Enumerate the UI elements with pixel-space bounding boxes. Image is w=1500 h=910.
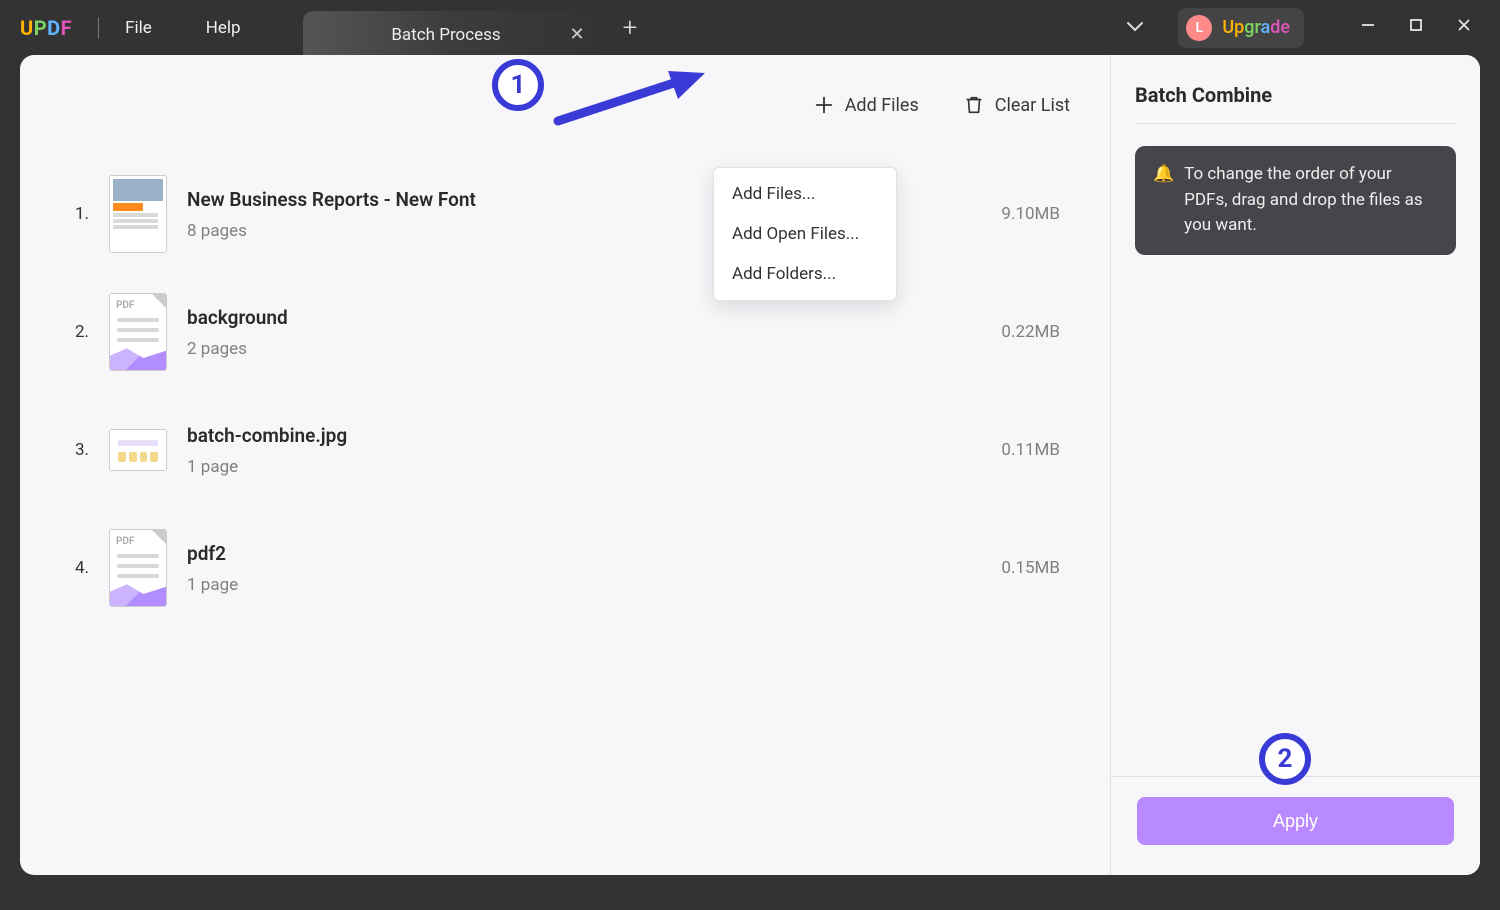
minimize-button[interactable]: [1344, 17, 1392, 38]
add-files-button[interactable]: Add Files: [813, 94, 919, 116]
menu-file[interactable]: File: [125, 18, 152, 38]
annotation-step-1: 1: [492, 59, 544, 111]
file-size: 0.22MB: [960, 322, 1080, 342]
file-row[interactable]: 2. PDF background 2 pages 0.22MB: [75, 273, 1080, 391]
trash-icon: [963, 94, 985, 116]
add-files-dropdown: Add Files... Add Open Files... Add Folde…: [713, 167, 897, 301]
divider: [98, 17, 99, 39]
file-pages: 2 pages: [187, 339, 960, 359]
maximize-button[interactable]: [1392, 17, 1440, 38]
dropdown-add-folders[interactable]: Add Folders...: [714, 254, 896, 294]
bell-icon: 🔔: [1153, 162, 1174, 239]
file-name: pdf2: [187, 542, 960, 565]
file-row[interactable]: 3. batch-combine.jpg 1 page 0.11MB: [75, 391, 1080, 509]
file-panel: Add Files Clear List 1. New Business Rep…: [20, 55, 1110, 875]
file-pages: 1 page: [187, 575, 960, 595]
workspace: Add Files Clear List 1. New Business Rep…: [20, 55, 1480, 875]
upgrade-label: Upgrade: [1222, 17, 1290, 38]
close-window-button[interactable]: [1440, 17, 1488, 38]
file-thumbnail: PDF: [109, 529, 167, 607]
file-thumbnail: [109, 175, 167, 253]
close-icon[interactable]: ✕: [565, 20, 588, 49]
file-pages: 1 page: [187, 457, 960, 477]
dropdown-add-files[interactable]: Add Files...: [714, 174, 896, 214]
row-index: 3.: [75, 440, 109, 460]
file-thumbnail: [109, 429, 167, 471]
clear-list-button[interactable]: Clear List: [963, 94, 1070, 116]
annotation-arrow-icon: [550, 69, 710, 129]
row-index: 1.: [75, 204, 109, 224]
file-size: 0.15MB: [960, 558, 1080, 578]
new-tab-button[interactable]: +: [623, 13, 638, 43]
row-index: 4.: [75, 558, 109, 578]
file-info: background 2 pages: [187, 306, 960, 359]
file-size: 0.11MB: [960, 440, 1080, 460]
avatar: L: [1186, 15, 1212, 41]
app-logo: UPDF: [20, 16, 72, 40]
tip-box: 🔔 To change the order of your PDFs, drag…: [1135, 146, 1456, 255]
dropdown-add-open-files[interactable]: Add Open Files...: [714, 214, 896, 254]
titlebar: UPDF File Help Batch Process ✕ + L Upgra…: [0, 0, 1500, 55]
file-name: background: [187, 306, 960, 329]
plus-icon: [813, 94, 835, 116]
annotation-step-2: 2: [1259, 733, 1311, 785]
chevron-down-icon[interactable]: [1126, 19, 1144, 37]
file-thumbnail: PDF: [109, 293, 167, 371]
file-size: 9.10MB: [960, 204, 1080, 224]
side-panel: Batch Combine 🔔 To change the order of y…: [1110, 55, 1480, 875]
clear-list-label: Clear List: [995, 95, 1070, 116]
file-list: 1. New Business Reports - New Font 8 pag…: [75, 155, 1080, 627]
side-title: Batch Combine: [1135, 83, 1456, 124]
tip-text: To change the order of your PDFs, drag a…: [1184, 162, 1438, 239]
tab-label: Batch Process: [327, 25, 566, 45]
apply-button[interactable]: Apply: [1137, 797, 1454, 845]
file-info: batch-combine.jpg 1 page: [187, 424, 960, 477]
menu-help[interactable]: Help: [206, 18, 241, 38]
tab-batch-process[interactable]: Batch Process ✕: [303, 11, 603, 59]
upgrade-button[interactable]: L Upgrade: [1178, 8, 1304, 48]
file-row[interactable]: 4. PDF pdf2 1 page 0.15MB: [75, 509, 1080, 627]
file-row[interactable]: 1. New Business Reports - New Font 8 pag…: [75, 155, 1080, 273]
file-info: pdf2 1 page: [187, 542, 960, 595]
file-name: batch-combine.jpg: [187, 424, 960, 447]
row-index: 2.: [75, 322, 109, 342]
add-files-label: Add Files: [845, 95, 919, 116]
side-footer: Apply: [1111, 776, 1480, 875]
